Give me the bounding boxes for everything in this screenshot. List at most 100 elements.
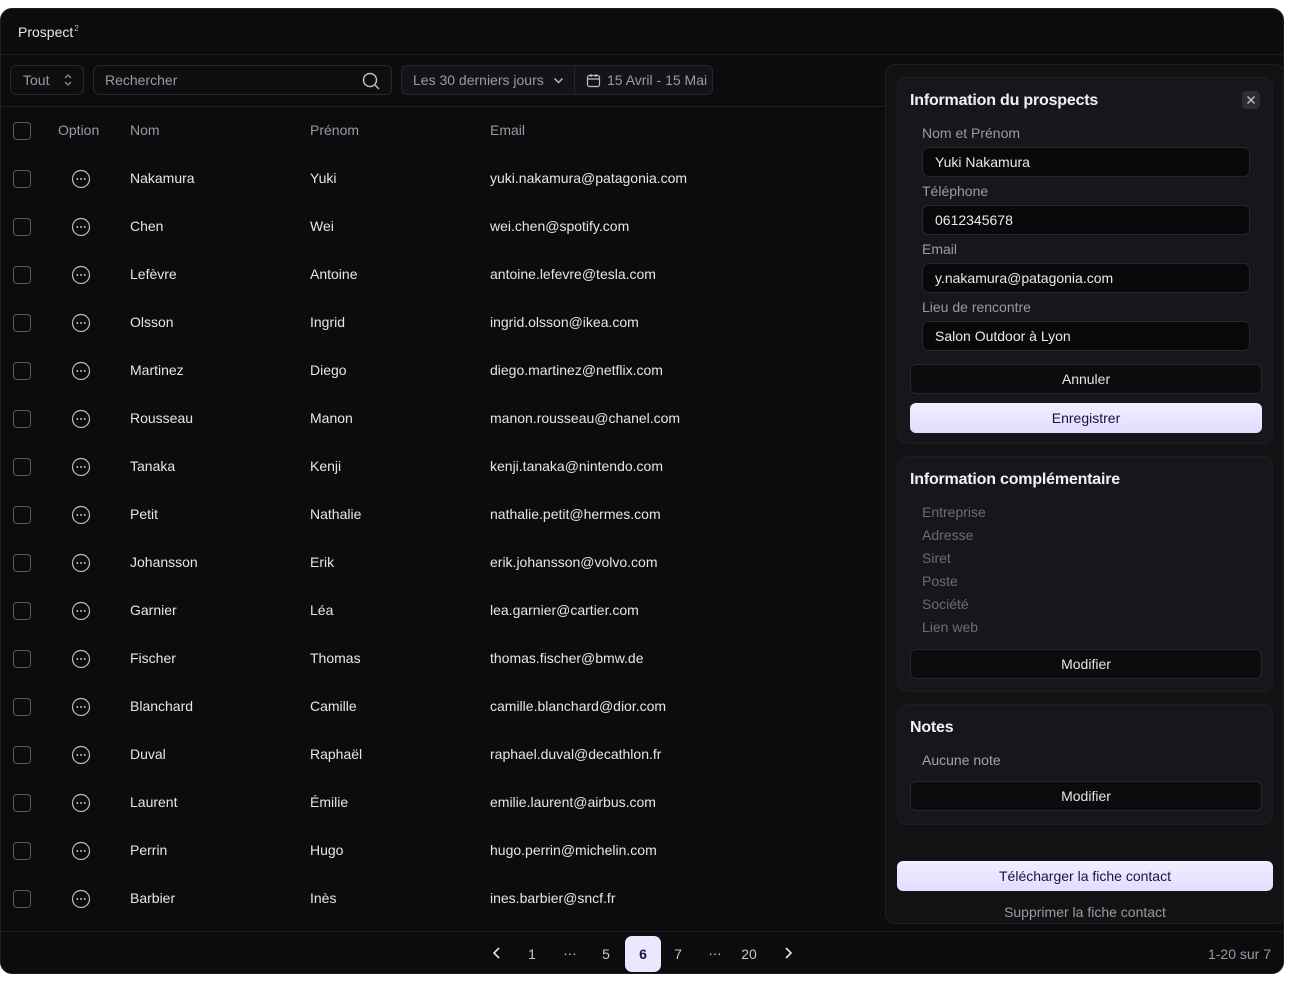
- more-options-icon[interactable]: [71, 745, 91, 765]
- delete-contact-link[interactable]: Supprimer la fiche contact: [886, 904, 1283, 920]
- table-row[interactable]: Johansson Erik erik.johansson@volvo.com: [1, 539, 885, 587]
- date-picker-label: 15 Avril - 15 Mai: [607, 72, 708, 88]
- row-checkbox[interactable]: [13, 506, 31, 524]
- cell-prenom: Raphaël: [310, 746, 363, 762]
- row-checkbox[interactable]: [13, 842, 31, 860]
- page-ellipsis[interactable]: …: [700, 942, 730, 958]
- row-checkbox[interactable]: [13, 362, 31, 380]
- cell-email: thomas.fischer@bmw.de: [490, 650, 644, 666]
- row-checkbox[interactable]: [13, 698, 31, 716]
- page-5[interactable]: 5: [591, 946, 621, 962]
- more-options-icon[interactable]: [71, 361, 91, 381]
- cell-nom: Fischer: [130, 650, 176, 666]
- select-all-checkbox[interactable]: [13, 122, 31, 140]
- cell-email: wei.chen@spotify.com: [490, 218, 630, 234]
- date-range-select[interactable]: Les 30 derniers jours: [402, 66, 575, 94]
- page-7[interactable]: 7: [663, 946, 693, 962]
- more-options-icon[interactable]: [71, 649, 91, 669]
- date-picker[interactable]: 15 Avril - 15 Mai: [575, 66, 712, 94]
- row-checkbox[interactable]: [13, 554, 31, 572]
- header-prenom[interactable]: Prénom: [310, 122, 359, 138]
- more-options-icon[interactable]: [71, 697, 91, 717]
- row-checkbox[interactable]: [13, 794, 31, 812]
- table-row[interactable]: Petit Nathalie nathalie.petit@hermes.com: [1, 491, 885, 539]
- table-row[interactable]: Laurent Émilie emilie.laurent@airbus.com: [1, 779, 885, 827]
- more-options-icon[interactable]: [71, 313, 91, 333]
- place-field[interactable]: Salon Outdoor à Lyon: [922, 321, 1250, 351]
- chevron-right-icon[interactable]: [780, 945, 796, 961]
- cell-nom: Laurent: [130, 794, 178, 810]
- edit-extra-button[interactable]: Modifier: [910, 649, 1262, 679]
- page-ellipsis[interactable]: …: [555, 942, 585, 958]
- name-field[interactable]: Yuki Nakamura: [922, 147, 1250, 177]
- cell-email: antoine.lefevre@tesla.com: [490, 266, 656, 282]
- page-6-active[interactable]: 6: [625, 936, 661, 972]
- phone-field[interactable]: 0612345678: [922, 205, 1250, 235]
- close-button[interactable]: [1242, 91, 1260, 109]
- edit-notes-button[interactable]: Modifier: [910, 781, 1262, 811]
- prospect-table: Option Nom Prénom Email Nakamura Yuki yuki…: [1, 107, 885, 923]
- chevron-down-icon: [554, 78, 563, 84]
- table-row[interactable]: Duval Raphaël raphael.duval@decathlon.fr: [1, 731, 885, 779]
- more-options-icon[interactable]: [71, 505, 91, 525]
- row-checkbox[interactable]: [13, 602, 31, 620]
- row-checkbox[interactable]: [13, 218, 31, 236]
- table-row[interactable]: Tanaka Kenji kenji.tanaka@nintendo.com: [1, 443, 885, 491]
- header-nom[interactable]: Nom: [130, 122, 160, 138]
- page-20[interactable]: 20: [734, 946, 764, 962]
- row-checkbox[interactable]: [13, 170, 31, 188]
- table-row[interactable]: Barbier Inès ines.barbier@sncf.fr: [1, 875, 885, 923]
- close-icon: [1247, 96, 1255, 104]
- page-1[interactable]: 1: [517, 946, 547, 962]
- cell-email: emilie.laurent@airbus.com: [490, 794, 656, 810]
- more-options-icon[interactable]: [71, 601, 91, 621]
- more-options-icon[interactable]: [71, 793, 91, 813]
- cell-prenom: Wei: [310, 218, 334, 234]
- filter-select[interactable]: Tout: [10, 65, 84, 95]
- more-options-icon[interactable]: [71, 889, 91, 909]
- table-row[interactable]: Rousseau Manon manon.rousseau@chanel.com: [1, 395, 885, 443]
- download-contact-button[interactable]: Télécharger la fiche contact: [897, 861, 1273, 891]
- more-options-icon[interactable]: [71, 409, 91, 429]
- app-window: Prospect2 Tout Rechercher Les 30 dernier…: [0, 8, 1284, 974]
- table-row[interactable]: Fischer Thomas thomas.fischer@bmw.de: [1, 635, 885, 683]
- more-options-icon[interactable]: [71, 217, 91, 237]
- cell-email: kenji.tanaka@nintendo.com: [490, 458, 663, 474]
- email-label: Email: [922, 241, 958, 257]
- row-checkbox[interactable]: [13, 314, 31, 332]
- search-icon[interactable]: [361, 71, 381, 91]
- search-input[interactable]: Rechercher: [93, 65, 392, 95]
- email-field[interactable]: y.nakamura@patagonia.com: [922, 263, 1250, 293]
- cell-prenom: Manon: [310, 410, 353, 426]
- row-checkbox[interactable]: [13, 746, 31, 764]
- cell-nom: Barbier: [130, 890, 176, 906]
- table-row[interactable]: Nakamura Yuki yuki.nakamura@patagonia.com: [1, 155, 885, 203]
- table-row[interactable]: Garnier Léa lea.garnier@cartier.com: [1, 587, 885, 635]
- save-button[interactable]: Enregistrer: [910, 403, 1262, 433]
- more-options-icon[interactable]: [71, 457, 91, 477]
- more-options-icon[interactable]: [71, 265, 91, 285]
- table-row[interactable]: Martinez Diego diego.martinez@netflix.com: [1, 347, 885, 395]
- more-options-icon[interactable]: [71, 553, 91, 573]
- header-email[interactable]: Email: [490, 122, 525, 138]
- row-checkbox[interactable]: [13, 410, 31, 428]
- row-checkbox[interactable]: [13, 890, 31, 908]
- table-row[interactable]: Olsson Ingrid ingrid.olsson@ikea.com: [1, 299, 885, 347]
- cell-nom: Perrin: [130, 842, 168, 858]
- cell-prenom: Diego: [310, 362, 347, 378]
- table-row[interactable]: Lefèvre Antoine antoine.lefevre@tesla.com: [1, 251, 885, 299]
- row-checkbox[interactable]: [13, 458, 31, 476]
- more-options-icon[interactable]: [71, 841, 91, 861]
- table-row[interactable]: Chen Wei wei.chen@spotify.com: [1, 203, 885, 251]
- pagination: 1 … 5 6 7 … 20: [1, 932, 1283, 973]
- row-checkbox[interactable]: [13, 650, 31, 668]
- chevron-left-icon[interactable]: [489, 945, 505, 961]
- row-checkbox[interactable]: [13, 266, 31, 284]
- table-row[interactable]: Perrin Hugo hugo.perrin@michelin.com: [1, 827, 885, 875]
- table-row[interactable]: Blanchard Camille camille.blanchard@dior.c…: [1, 683, 885, 731]
- cell-nom: Tanaka: [130, 458, 176, 474]
- more-options-icon[interactable]: [71, 169, 91, 189]
- cell-prenom: Erik: [310, 554, 335, 570]
- cell-prenom: Ingrid: [310, 314, 346, 330]
- cancel-button[interactable]: Annuler: [910, 364, 1262, 394]
